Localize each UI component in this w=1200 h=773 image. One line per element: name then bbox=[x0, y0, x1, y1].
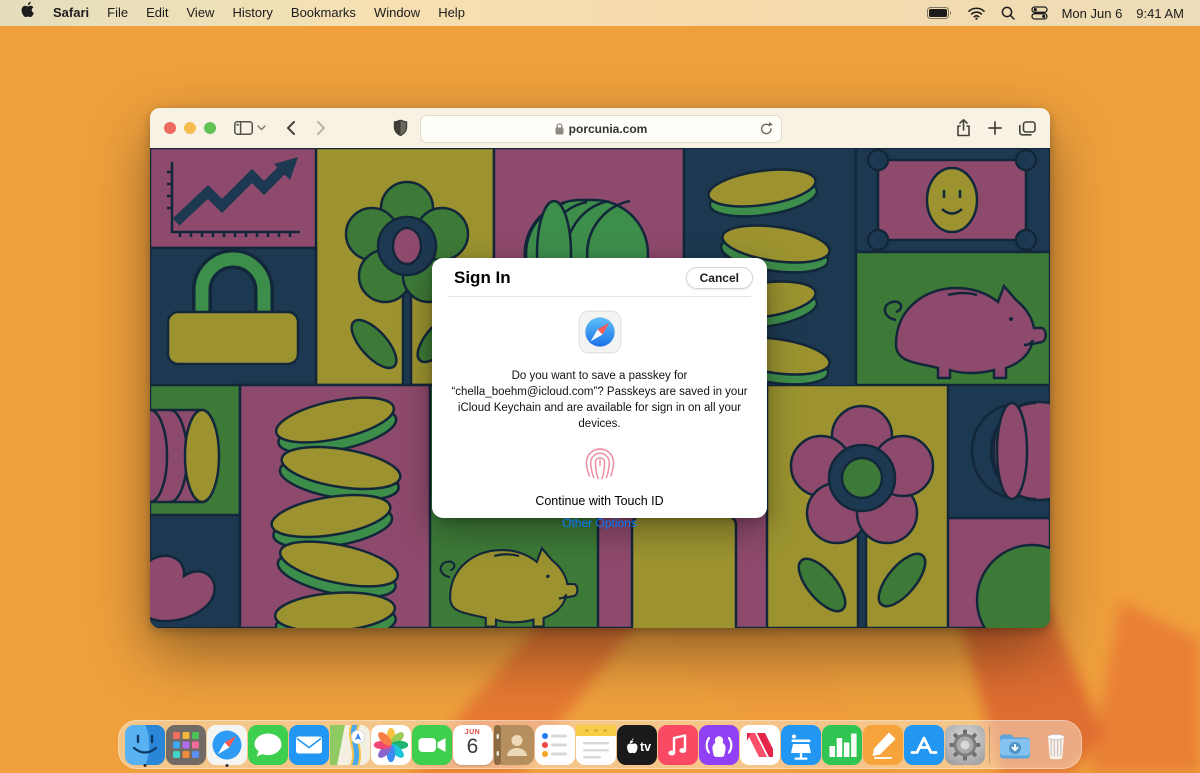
touch-id-label: Continue with Touch ID bbox=[432, 494, 767, 508]
dock-icon-facetime[interactable] bbox=[411, 721, 452, 768]
dock-icon-podcasts[interactable] bbox=[698, 721, 739, 768]
menu-bar-status: Mon Jun 6 9:41 AM bbox=[923, 6, 1200, 21]
calendar-face: JUN 6 bbox=[453, 725, 493, 765]
toolbar-right-buttons bbox=[956, 108, 1036, 148]
dock-icon-system-settings[interactable] bbox=[944, 721, 985, 768]
dock-icon-reminders[interactable] bbox=[534, 721, 575, 768]
menu-item-window[interactable]: Window bbox=[365, 0, 429, 26]
dock-icon-finder[interactable] bbox=[124, 721, 165, 768]
svg-text:tv: tv bbox=[640, 740, 651, 754]
menu-bar-date[interactable]: Mon Jun 6 bbox=[1060, 6, 1127, 21]
tile-coin-side bbox=[150, 385, 240, 515]
dock-icon-music[interactable] bbox=[657, 721, 698, 768]
other-options-link[interactable]: Other Options bbox=[432, 516, 767, 530]
dock-icon-notes[interactable] bbox=[575, 721, 616, 768]
tile-money-smiley bbox=[856, 148, 1050, 252]
dock-icon-numbers[interactable] bbox=[821, 721, 862, 768]
dock-icon-safari[interactable] bbox=[206, 721, 247, 768]
menu-item-help[interactable]: Help bbox=[429, 0, 474, 26]
menu-item-safari[interactable]: Safari bbox=[44, 0, 98, 26]
tile-line-chart bbox=[150, 148, 316, 248]
window-controls bbox=[150, 122, 216, 134]
passkey-dialog: Sign In Cancel bbox=[432, 258, 767, 518]
dock-icon-maps[interactable] bbox=[329, 721, 370, 768]
menu-item-view[interactable]: View bbox=[178, 0, 224, 26]
dock-icon-mail[interactable] bbox=[288, 721, 329, 768]
menu-bar-left: Safari File Edit View History Bookmarks … bbox=[0, 0, 474, 26]
dock-icon-trash[interactable] bbox=[1035, 721, 1076, 768]
share-icon[interactable] bbox=[956, 119, 971, 137]
cancel-button[interactable]: Cancel bbox=[686, 267, 753, 289]
dock-icon-app-store[interactable] bbox=[903, 721, 944, 768]
menu-bar: Safari File Edit View History Bookmarks … bbox=[0, 0, 1200, 26]
dock-icon-messages[interactable] bbox=[247, 721, 288, 768]
search-icon[interactable] bbox=[997, 6, 1019, 20]
tab-overview-icon[interactable] bbox=[1019, 121, 1036, 136]
menu-item-history[interactable]: History bbox=[223, 0, 281, 26]
dialog-title: Sign In bbox=[454, 268, 511, 288]
sidebar-icon[interactable] bbox=[234, 121, 253, 135]
tile-piggy-bank bbox=[856, 252, 1050, 385]
calendar-day: 6 bbox=[467, 736, 479, 757]
running-indicator bbox=[225, 764, 228, 767]
new-tab-icon[interactable] bbox=[988, 121, 1002, 135]
dock-icon-tv[interactable]: tv bbox=[616, 721, 657, 768]
safari-compass-icon bbox=[432, 310, 767, 359]
desktop: Safari File Edit View History Bookmarks … bbox=[0, 0, 1200, 773]
dialog-header: Sign In Cancel bbox=[432, 258, 767, 296]
tile-padlock bbox=[150, 248, 316, 385]
menu-item-edit[interactable]: Edit bbox=[137, 0, 177, 26]
touch-id-fingerprint-icon bbox=[432, 443, 767, 488]
zoom-button[interactable] bbox=[204, 122, 216, 134]
dock: JUN 6 tv bbox=[118, 720, 1082, 769]
privacy-shield-icon[interactable] bbox=[393, 119, 408, 137]
url-text: porcunia.com bbox=[569, 122, 648, 136]
lock-icon bbox=[555, 123, 564, 135]
menu-item-file[interactable]: File bbox=[98, 0, 137, 26]
dock-icon-contacts[interactable] bbox=[493, 721, 534, 768]
battery-icon[interactable] bbox=[923, 7, 956, 19]
menu-item-bookmarks[interactable]: Bookmarks bbox=[282, 0, 365, 26]
forward-icon[interactable] bbox=[316, 120, 326, 136]
tile-flower-maroon bbox=[767, 385, 948, 628]
dialog-message: Do you want to save a passkey for “chell… bbox=[450, 369, 750, 432]
apple-logo-icon[interactable] bbox=[12, 0, 44, 26]
menu-bar-time[interactable]: 9:41 AM bbox=[1134, 6, 1188, 21]
webpage-content: .mar{fill:#8e4a6c}.olv{fill:#9c9330}.nvy… bbox=[150, 148, 1050, 628]
sidebar-chevron-down-icon[interactable] bbox=[257, 125, 266, 131]
dock-icon-calendar[interactable]: JUN 6 bbox=[452, 721, 493, 768]
dock-icon-news[interactable] bbox=[739, 721, 780, 768]
control-center-icon[interactable] bbox=[1027, 6, 1052, 20]
dock-icon-pages[interactable] bbox=[862, 721, 903, 768]
dialog-divider bbox=[448, 296, 751, 297]
url-bar[interactable]: porcunia.com bbox=[420, 115, 782, 143]
reload-icon[interactable] bbox=[760, 121, 773, 139]
back-icon[interactable] bbox=[286, 120, 296, 136]
dock-icon-downloads[interactable] bbox=[994, 721, 1035, 768]
dock-divider bbox=[989, 726, 990, 764]
safari-toolbar: porcunia.com bbox=[150, 108, 1050, 149]
dialog-body: Do you want to save a passkey for “chell… bbox=[432, 310, 767, 530]
dock-icon-photos[interactable] bbox=[370, 721, 411, 768]
tile-heart bbox=[150, 515, 240, 628]
tile-tilted-coin-stack bbox=[240, 385, 430, 628]
minimize-button[interactable] bbox=[184, 122, 196, 134]
wifi-icon[interactable] bbox=[964, 7, 989, 20]
tile-coin-roll-right bbox=[948, 385, 1050, 518]
dock-icon-launchpad[interactable] bbox=[165, 721, 206, 768]
close-button[interactable] bbox=[164, 122, 176, 134]
safari-window: porcunia.com .mar{fil bbox=[150, 108, 1050, 628]
running-indicator bbox=[143, 764, 146, 767]
tile-green-circle bbox=[948, 518, 1050, 628]
dock-icon-keynote[interactable] bbox=[780, 721, 821, 768]
